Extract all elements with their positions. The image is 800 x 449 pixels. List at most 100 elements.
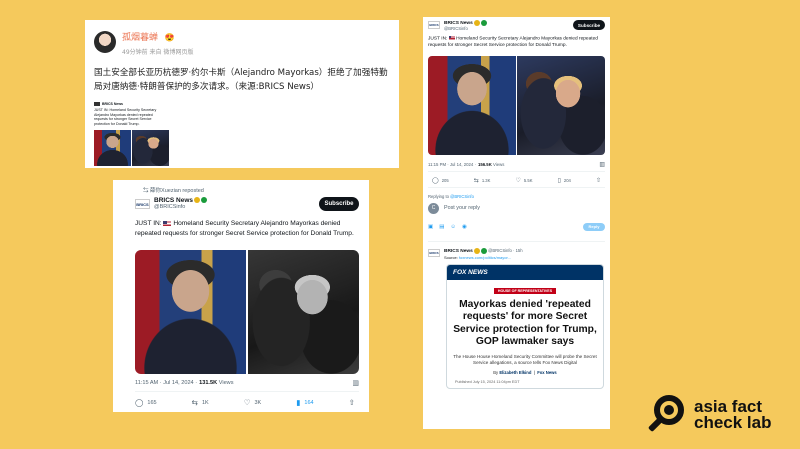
tweet-author-name[interactable]: BRICS News: [154, 197, 193, 204]
brics-avatar[interactable]: BRICS: [428, 21, 440, 29]
analytics-icon[interactable]: ▥: [599, 161, 605, 168]
reply-button[interactable]: ◯ 165: [135, 398, 157, 407]
bookmark-count: 204: [563, 177, 571, 183]
tweet-handle[interactable]: @BRICSinfo: [444, 26, 487, 31]
subscribe-button[interactable]: Subscribe: [319, 197, 359, 211]
mayorkas-photo[interactable]: [135, 250, 246, 374]
mayorkas-photo[interactable]: [428, 55, 516, 155]
weibo-header: 孤烟暮蝉 😍 49分钟前 来自 微博网页版: [94, 27, 390, 56]
tweet-header: BRICS BRICS News @BRICSinfo Subscribe: [428, 20, 605, 31]
article-outlet[interactable]: Fox News: [537, 370, 557, 375]
like-button[interactable]: ♡ 3K: [244, 398, 261, 407]
views-count: 156.5K: [477, 161, 492, 167]
emoji-icon[interactable]: ☺: [450, 224, 456, 230]
tweet-timestamp[interactable]: 11:15 AM · Jul 14, 2024 ·: [135, 380, 197, 386]
affiliate-badge-icon: [201, 197, 208, 204]
thumb-images: [94, 130, 178, 167]
verified-badge-icon: [194, 197, 201, 204]
reply-count: 205: [441, 177, 449, 183]
bookmark-button[interactable]: ▯ 204: [558, 177, 571, 184]
tweet-header: BRICS BRICS News @BRICSinfo · 15h Source…: [428, 247, 605, 260]
affiliate-badge-icon: [480, 20, 487, 26]
repost-button[interactable]: ⇆ 1K: [192, 398, 209, 407]
replying-prefix: Replying to: [428, 193, 449, 199]
gif-icon[interactable]: ▤: [439, 224, 444, 230]
reply-submit-button[interactable]: Reply: [583, 222, 605, 231]
byline-label: By: [493, 369, 499, 375]
image-icon[interactable]: ▣: [428, 224, 433, 230]
avatar[interactable]: C: [428, 202, 439, 214]
us-flag-icon: [163, 220, 172, 226]
like-count: 3K: [254, 399, 262, 406]
repost-icon: ⇆: [191, 398, 198, 407]
mayorkas-photo: [94, 130, 131, 167]
bookmark-button[interactable]: ▮ 164: [296, 398, 313, 407]
views-label: Views: [493, 161, 505, 167]
weibo-embedded-screenshot[interactable]: BRICS News JUST IN: Homeland Security Se…: [94, 102, 178, 168]
fox-news-link-card[interactable]: FOX NEWS HOUSE OF REPRESENTATIVES Mayork…: [446, 263, 604, 389]
tweet-meta: 11:15 PM · Jul 14, 2024 · 156.5K Views ▥: [428, 161, 605, 168]
source-label: Source:: [444, 254, 458, 260]
article-byline: By Elizabeth Elkind | Fox News: [493, 369, 557, 375]
share-button[interactable]: ⇧: [349, 398, 355, 407]
weibo-post-card: 孤烟暮蝉 😍 49分钟前 来自 微博网页版 国土安全部长亚历杭德罗·约尔卡斯（A…: [85, 20, 399, 168]
fox-news-logo: FOX NEWS: [447, 264, 603, 280]
brics-avatar[interactable]: BRICS: [135, 199, 150, 209]
avatar[interactable]: [94, 30, 116, 53]
thumb-name: BRICS News: [102, 102, 124, 106]
trump-photo[interactable]: [517, 55, 605, 155]
tweet-author-name[interactable]: BRICS News: [444, 249, 473, 254]
article-published-date: Published July 15, 2024 11:04pm EDT: [455, 379, 520, 384]
vip-badge-icon: 😍: [164, 33, 175, 42]
thread-reply-tweet: BRICS BRICS News @BRICSinfo · 15h Source…: [428, 240, 605, 389]
verified-badge-icon: [473, 20, 480, 26]
tweet-card-thread: BRICS BRICS News @BRICSinfo Subscribe JU…: [423, 17, 610, 429]
tweet-text: Source: foxnews.com/politics/mayor...: [444, 255, 523, 260]
verified-badge-icon: [473, 247, 480, 254]
asia-fact-check-lab-logo: asia fact check lab: [647, 395, 772, 435]
repost-text: 薛你Xuezian reposted: [150, 188, 204, 194]
tweet-meta: 11:15 AM · Jul 14, 2024 · 131.5K Views ▥: [135, 379, 359, 387]
tweet-timestamp[interactable]: 11:15 PM · Jul 14, 2024 ·: [428, 162, 476, 167]
replying-to: Replying to @BRICSinfo: [428, 194, 605, 199]
bookmark-icon: ▮: [296, 398, 301, 407]
weibo-meta: 49分钟前 来自 微博网页版: [122, 49, 194, 56]
fox-article-body: HOUSE OF REPRESENTATIVES Mayorkas denied…: [447, 280, 603, 388]
trump-photo[interactable]: [248, 250, 359, 374]
divider: [135, 391, 359, 392]
reply-button[interactable]: ◯ 205: [432, 177, 449, 184]
views-count: 131.5K: [199, 380, 218, 386]
repost-button[interactable]: ⇆ 1.3K: [474, 177, 491, 184]
bookmark-count: 164: [304, 399, 314, 406]
tweet-card-main: ⇆ 薛你Xuezian reposted BRICS BRICS News @B…: [113, 180, 369, 412]
bookmark-icon: ▯: [557, 177, 561, 184]
share-icon: ⇧: [595, 177, 601, 184]
logo-text: asia fact check lab: [694, 398, 772, 432]
subscribe-button[interactable]: Subscribe: [573, 20, 605, 30]
like-button[interactable]: ♡ 5.5K: [516, 177, 533, 184]
article-author[interactable]: Elizabeth Elkind: [499, 370, 531, 375]
brics-avatar[interactable]: BRICS: [428, 248, 440, 257]
replying-handle-link[interactable]: @BRICSinfo: [450, 194, 474, 199]
tweet-handle[interactable]: @BRICSinfo · 15h: [488, 248, 523, 253]
source-link[interactable]: foxnews.com/politics/mayor...: [459, 255, 511, 260]
weibo-post-text: 国土安全部长亚历杭德罗·约尔卡斯（Alejandro Mayorkas）拒绝了加…: [94, 68, 388, 92]
brics-logo-icon: [94, 102, 100, 106]
tweet-actions: ◯ 165 ⇆ 1K ♡ 3K ▮ 164 ⇧: [135, 398, 359, 407]
analytics-icon[interactable]: ▥: [352, 379, 359, 387]
location-icon[interactable]: ◉: [462, 224, 467, 230]
thumb-text: JUST IN: Homeland Security Secretary Ale…: [94, 108, 157, 126]
logo-line-2: check lab: [694, 413, 772, 432]
weibo-username[interactable]: 孤烟暮蝉: [122, 33, 158, 43]
share-button[interactable]: ⇧: [596, 177, 601, 184]
affiliate-badge-icon: [480, 247, 487, 254]
tweet-text: JUST IN: Homeland Security Secretary Ale…: [135, 219, 359, 238]
repost-label: ⇆ 薛你Xuezian reposted: [143, 188, 204, 194]
reply-input[interactable]: Post your reply: [444, 205, 480, 211]
article-headline[interactable]: Mayorkas denied 'repeated requests' for …: [453, 299, 597, 349]
repost-count: 1K: [201, 399, 209, 406]
tweet-media[interactable]: [428, 55, 605, 155]
reply-icon: ◯: [135, 398, 144, 407]
tweet-handle[interactable]: @BRICSinfo: [154, 204, 207, 210]
tweet-media[interactable]: [135, 250, 359, 374]
